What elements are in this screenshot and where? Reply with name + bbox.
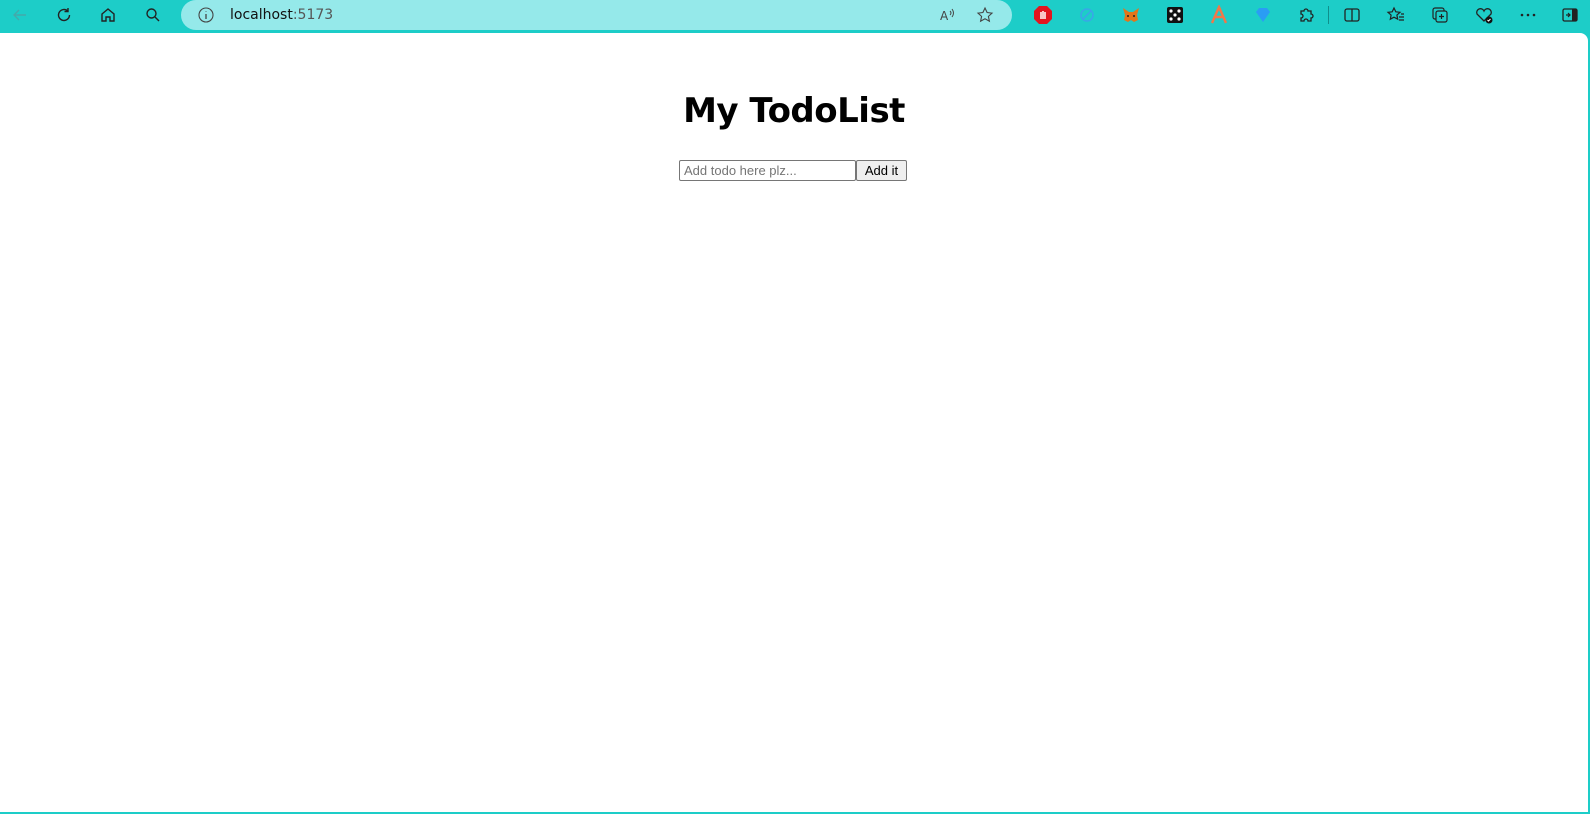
- dice-extension-icon[interactable]: [1165, 5, 1185, 25]
- shield-extension-icon[interactable]: [1077, 5, 1097, 25]
- adblock-icon[interactable]: [1033, 5, 1053, 25]
- url-port: :5173: [292, 7, 334, 23]
- page-content: My TodoList Add it: [0, 33, 1588, 812]
- add-todo-button[interactable]: Add it: [856, 160, 907, 181]
- back-icon: [13, 9, 26, 21]
- collections-icon[interactable]: [1430, 5, 1450, 25]
- address-bar[interactable]: localhost:5173 A: [181, 0, 1012, 30]
- metamask-icon[interactable]: [1121, 5, 1141, 25]
- browser-essentials-icon[interactable]: [1474, 5, 1494, 25]
- page-title: My TodoList: [683, 91, 905, 131]
- svg-text:A: A: [940, 9, 949, 23]
- back-button[interactable]: [6, 2, 34, 28]
- todo-input[interactable]: [679, 160, 856, 181]
- read-aloud-icon[interactable]: A: [938, 6, 956, 24]
- info-icon[interactable]: [197, 6, 215, 24]
- refresh-button[interactable]: [50, 2, 78, 28]
- split-screen-icon[interactable]: [1342, 5, 1362, 25]
- favorites-icon[interactable]: [1386, 5, 1406, 25]
- url-host: localhost: [230, 7, 293, 23]
- more-icon[interactable]: [1518, 5, 1538, 25]
- sidebar-icon[interactable]: [1560, 5, 1580, 25]
- home-icon: [101, 8, 115, 22]
- refresh-icon: [57, 8, 71, 22]
- a-extension-icon[interactable]: [1209, 5, 1229, 25]
- search-button[interactable]: [139, 2, 167, 28]
- home-button[interactable]: [94, 2, 122, 28]
- add-todo-form: Add it: [679, 160, 907, 181]
- diamond-extension-icon[interactable]: [1253, 5, 1273, 25]
- favorite-star-icon[interactable]: [976, 6, 994, 24]
- browser-toolbar: localhost:5173 A: [0, 0, 1590, 31]
- url-text[interactable]: localhost:5173: [230, 7, 333, 23]
- search-icon: [146, 8, 160, 22]
- extensions-puzzle-icon[interactable]: [1297, 5, 1317, 25]
- toolbar-divider: [1328, 6, 1329, 24]
